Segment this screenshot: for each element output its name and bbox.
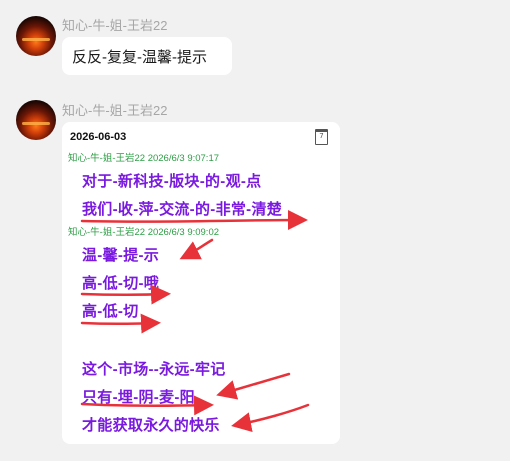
post-line: 才能获取永久的快乐 xyxy=(82,417,220,434)
avatar[interactable] xyxy=(16,16,56,56)
message-text: 反反-复复-温馨-提示 xyxy=(72,49,207,66)
post-line: 高-低-切 xyxy=(82,303,139,320)
sender-name: 知心-牛-姐-王岩22 xyxy=(62,18,168,33)
avatar[interactable] xyxy=(16,100,56,140)
card-date: 2026-06-03 xyxy=(70,131,127,143)
post-line: 只有-埋-阴-麦-阳 xyxy=(82,389,195,406)
calendar-icon[interactable]: 7 xyxy=(315,129,328,145)
chat-record-card[interactable]: 2026-06-03 7 知心-牛-姐-王岩22 2026/6/3 9:07:1… xyxy=(62,122,340,444)
post-line: 高-低-切-哦 xyxy=(82,275,160,292)
message-bubble[interactable]: 反反-复复-温馨-提示 xyxy=(62,37,232,75)
post-meta: 知心-牛-姐-王岩22 2026/6/3 9:07:17 xyxy=(68,153,220,164)
post-line: 对于-新科技-版块-的-观-点 xyxy=(82,173,262,190)
post-meta: 知心-牛-姐-王岩22 2026/6/3 9:09:02 xyxy=(68,227,220,238)
sender-name: 知心-牛-姐-王岩22 xyxy=(62,103,168,118)
post-line: 我们-收-萍-交流-的-非常-清楚 xyxy=(82,201,283,218)
post-line: 这个-市场--永远-牢记 xyxy=(82,361,226,378)
post-line: 温-馨-提-示 xyxy=(82,247,160,264)
